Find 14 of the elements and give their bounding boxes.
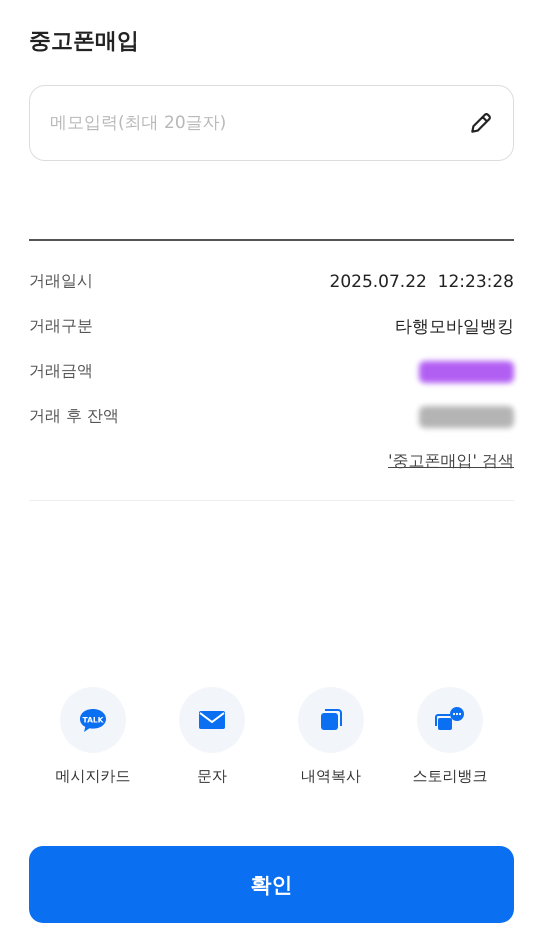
share-button[interactable]: 스토리뱅크 <box>404 687 496 786</box>
detail-value: 2025.07.22 12:23:28 <box>330 272 514 292</box>
detail-label: 거래 후 잔액 <box>29 406 120 427</box>
page-title: 중고폰매입 <box>29 28 140 56</box>
search-link[interactable]: '중고폰매입' 검색 <box>388 451 514 472</box>
detail-label: 거래일시 <box>29 271 93 292</box>
detail-value: 타행모바일뱅킹 <box>395 316 514 338</box>
memo-field[interactable]: 메모입력(최대 20글자) <box>29 85 514 161</box>
confirm-button[interactable]: 확인 <box>29 846 514 923</box>
detail-label: 거래구분 <box>29 316 93 337</box>
share-button[interactable]: 문자 <box>166 687 258 786</box>
pencil-icon[interactable] <box>468 110 494 136</box>
share-button[interactable]: 내역복사 <box>285 687 377 786</box>
detail-label: 거래금액 <box>29 361 93 382</box>
